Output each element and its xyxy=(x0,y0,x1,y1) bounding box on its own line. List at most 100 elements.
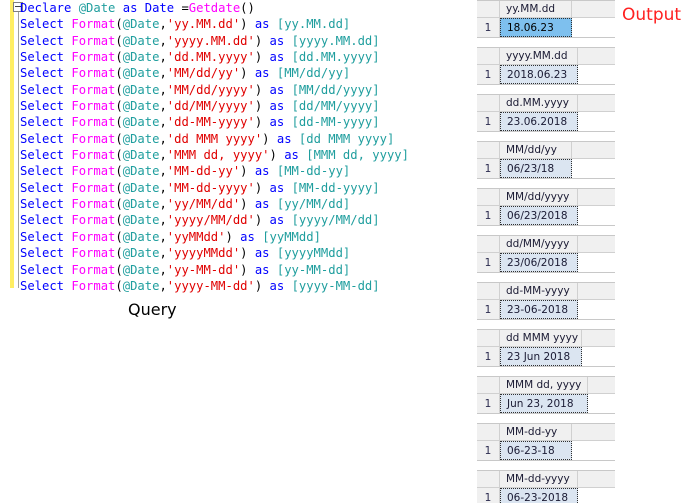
result-grid[interactable]: dd-MM-yyyy 1 23-06-2018 xyxy=(477,282,615,320)
grid-row-number[interactable]: 1 xyxy=(477,441,500,460)
grid-corner-cell[interactable] xyxy=(477,471,500,488)
code-token-plain: , xyxy=(159,17,167,32)
grid-row-number[interactable]: 1 xyxy=(477,488,500,503)
grid-data-row[interactable]: 1 06/23/2018 xyxy=(477,206,615,225)
result-grid[interactable]: MM/dd/yy 1 06/23/18 xyxy=(477,141,615,179)
result-grid[interactable]: MM-dd-yy 1 06-23-18 xyxy=(477,423,615,461)
code-line[interactable]: Select Format(@Date,'yyyy/MM/dd') as [yy… xyxy=(20,212,409,228)
code-line[interactable]: Select Format(@Date,'MMM dd, yyyy') as [… xyxy=(20,147,409,163)
code-token-kw: as xyxy=(254,246,270,261)
grid-data-cell[interactable]: 06/23/2018 xyxy=(500,206,578,225)
grid-data-cell[interactable]: 18.06.23 xyxy=(500,18,572,37)
code-token-alias: [dd.MM.yyyy] xyxy=(291,50,380,65)
grid-header-filler xyxy=(582,330,615,347)
grid-data-row[interactable]: 1 23.06.2018 xyxy=(477,112,615,131)
grid-data-cell[interactable]: 23-06-2018 xyxy=(500,300,578,319)
code-line[interactable]: Select Format(@Date,'dd-MM-yyyy') as [dd… xyxy=(20,114,409,130)
grid-row-number[interactable]: 1 xyxy=(477,65,500,84)
grid-row-number[interactable]: 1 xyxy=(477,159,500,178)
code-line[interactable]: Select Format(@Date,'yy-MM-dd') as [yy-M… xyxy=(20,262,409,278)
code-token-kw: as xyxy=(269,50,285,65)
grid-row-number[interactable]: 1 xyxy=(477,112,500,131)
grid-data-row[interactable]: 1 23 Jun 2018 xyxy=(477,347,615,366)
result-grid[interactable]: MMM dd, yyyy 1 Jun 23, 2018 xyxy=(477,376,615,414)
code-line[interactable]: Select Format(@Date,'MM/dd/yy') as [MM/d… xyxy=(20,65,409,81)
grid-column-header[interactable]: dd MMM yyyy xyxy=(500,330,582,347)
code-line[interactable]: Select Format(@Date,'dd MMM yyyy') as [d… xyxy=(20,131,409,147)
grid-column-header[interactable]: MM-dd-yy xyxy=(500,424,572,441)
grid-column-header[interactable]: MM-dd-yyyy xyxy=(500,471,578,488)
grid-corner-cell[interactable] xyxy=(477,189,500,206)
code-token-plain: ) xyxy=(254,33,270,48)
grid-header-row: MMM dd, yyyy xyxy=(477,377,615,394)
grid-column-header[interactable]: dd.MM.yyyy xyxy=(500,95,578,112)
code-line[interactable]: Declare @Date as Date =Getdate() xyxy=(20,0,409,16)
grid-row-number[interactable]: 1 xyxy=(477,394,500,413)
code-line[interactable]: Select Format(@Date,'yy/MM/dd') as [yy/M… xyxy=(20,196,409,212)
code-token-plain: () xyxy=(240,1,255,15)
grid-data-cell[interactable]: 2018.06.23 xyxy=(500,65,578,84)
grid-data-cell[interactable]: 06/23/18 xyxy=(500,159,572,178)
code-line[interactable]: Select Format(@Date,'yy.MM.dd') as [yy.M… xyxy=(20,16,409,32)
sql-code-text[interactable]: Declare @Date as Date =Getdate() Select F… xyxy=(20,0,409,294)
code-token-plain: ( xyxy=(115,197,123,212)
grid-data-cell[interactable]: 23.06.2018 xyxy=(500,112,578,131)
code-line[interactable]: Select Format(@Date,'dd.MM.yyyy') as [dd… xyxy=(20,49,409,65)
result-grid[interactable]: MM-dd-yyyy 1 06-23-2018 xyxy=(477,470,615,503)
grid-column-header[interactable]: MM/dd/yy xyxy=(500,142,572,159)
grid-column-header[interactable]: yy.MM.dd xyxy=(500,1,572,18)
grid-data-cell[interactable]: 23 Jun 2018 xyxy=(500,347,582,366)
grid-data-row[interactable]: 1 06/23/18 xyxy=(477,159,615,178)
grid-data-row[interactable]: 1 23-06-2018 xyxy=(477,300,615,319)
grid-corner-cell[interactable] xyxy=(477,95,500,112)
grid-corner-cell[interactable] xyxy=(477,283,500,300)
grid-data-cell[interactable]: 06-23-2018 xyxy=(500,488,578,503)
grid-column-header[interactable]: dd/MM/yyyy xyxy=(500,236,578,253)
grid-data-cell[interactable]: Jun 23, 2018 xyxy=(500,394,588,413)
code-line[interactable]: Select Format(@Date,'MM-dd-yy') as [MM-d… xyxy=(20,163,409,179)
results-pane[interactable]: Output yy.MM.dd 1 18.06.23 yyyy.MM.dd 1 2018.… xyxy=(470,0,699,503)
code-line[interactable]: Select Format(@Date,'yyyyMMdd') as [yyyy… xyxy=(20,245,409,261)
grid-column-header[interactable]: MM/dd/yyyy xyxy=(500,189,578,206)
grid-corner-cell[interactable] xyxy=(477,424,500,441)
grid-data-row[interactable]: 1 06-23-18 xyxy=(477,441,615,460)
result-grid[interactable]: yyyy.MM.dd 1 2018.06.23 xyxy=(477,47,615,85)
grid-row-number[interactable]: 1 xyxy=(477,300,500,319)
grid-row-number[interactable]: 1 xyxy=(477,18,500,37)
grid-data-row[interactable]: 1 23/06/2018 xyxy=(477,253,615,272)
grid-data-cell[interactable]: 06-23-18 xyxy=(500,441,572,460)
code-line[interactable]: Select Format(@Date,'MM-dd-yyyy') as [MM… xyxy=(20,180,409,196)
grid-corner-cell[interactable] xyxy=(477,142,500,159)
result-grid[interactable]: MM/dd/yyyy 1 06/23/2018 xyxy=(477,188,615,226)
grid-row-number[interactable]: 1 xyxy=(477,206,500,225)
grid-corner-cell[interactable] xyxy=(477,236,500,253)
grid-corner-cell[interactable] xyxy=(477,48,500,65)
code-token-plain: ( xyxy=(115,148,123,163)
grid-corner-cell[interactable] xyxy=(477,1,500,18)
grid-data-cell[interactable]: 23/06/2018 xyxy=(500,253,578,272)
grid-row-number[interactable]: 1 xyxy=(477,347,500,366)
grid-column-header[interactable]: MMM dd, yyyy xyxy=(500,377,588,394)
grid-data-row[interactable]: 1 Jun 23, 2018 xyxy=(477,394,615,413)
query-editor-pane[interactable]: Declare @Date as Date =Getdate() Select F… xyxy=(0,0,470,503)
grid-corner-cell[interactable] xyxy=(477,377,500,394)
grid-row-number[interactable]: 1 xyxy=(477,253,500,272)
code-line[interactable]: Select Format(@Date,'MM/dd/yyyy') as [MM… xyxy=(20,82,409,98)
grid-column-header[interactable]: yyyy.MM.dd xyxy=(500,48,578,65)
result-grid[interactable]: dd/MM/yyyy 1 23/06/2018 xyxy=(477,235,615,273)
code-line[interactable]: Select Format(@Date,'yyyy-MM-dd') as [yy… xyxy=(20,278,409,294)
code-line[interactable]: Select Format(@Date,'yyyy.MM.dd') as [yy… xyxy=(20,33,409,49)
grid-data-row[interactable]: 1 2018.06.23 xyxy=(477,65,615,84)
code-token-plain: ) xyxy=(240,164,255,179)
result-grid[interactable]: dd.MM.yyyy 1 23.06.2018 xyxy=(477,94,615,132)
code-line[interactable]: Select Format(@Date,'dd/MM/yyyy') as [dd… xyxy=(20,98,409,114)
grid-column-header[interactable]: dd-MM-yyyy xyxy=(500,283,578,300)
grid-data-row[interactable]: 1 06-23-2018 xyxy=(477,488,615,503)
code-line[interactable]: Select Format(@Date,'yyMMdd') as [yyMMdd… xyxy=(20,229,409,245)
grid-corner-cell[interactable] xyxy=(477,330,500,347)
result-grid[interactable]: dd MMM yyyy 1 23 Jun 2018 xyxy=(477,329,615,367)
grid-data-row[interactable]: 1 18.06.23 xyxy=(477,18,615,37)
result-grid[interactable]: yy.MM.dd 1 18.06.23 xyxy=(477,0,615,38)
